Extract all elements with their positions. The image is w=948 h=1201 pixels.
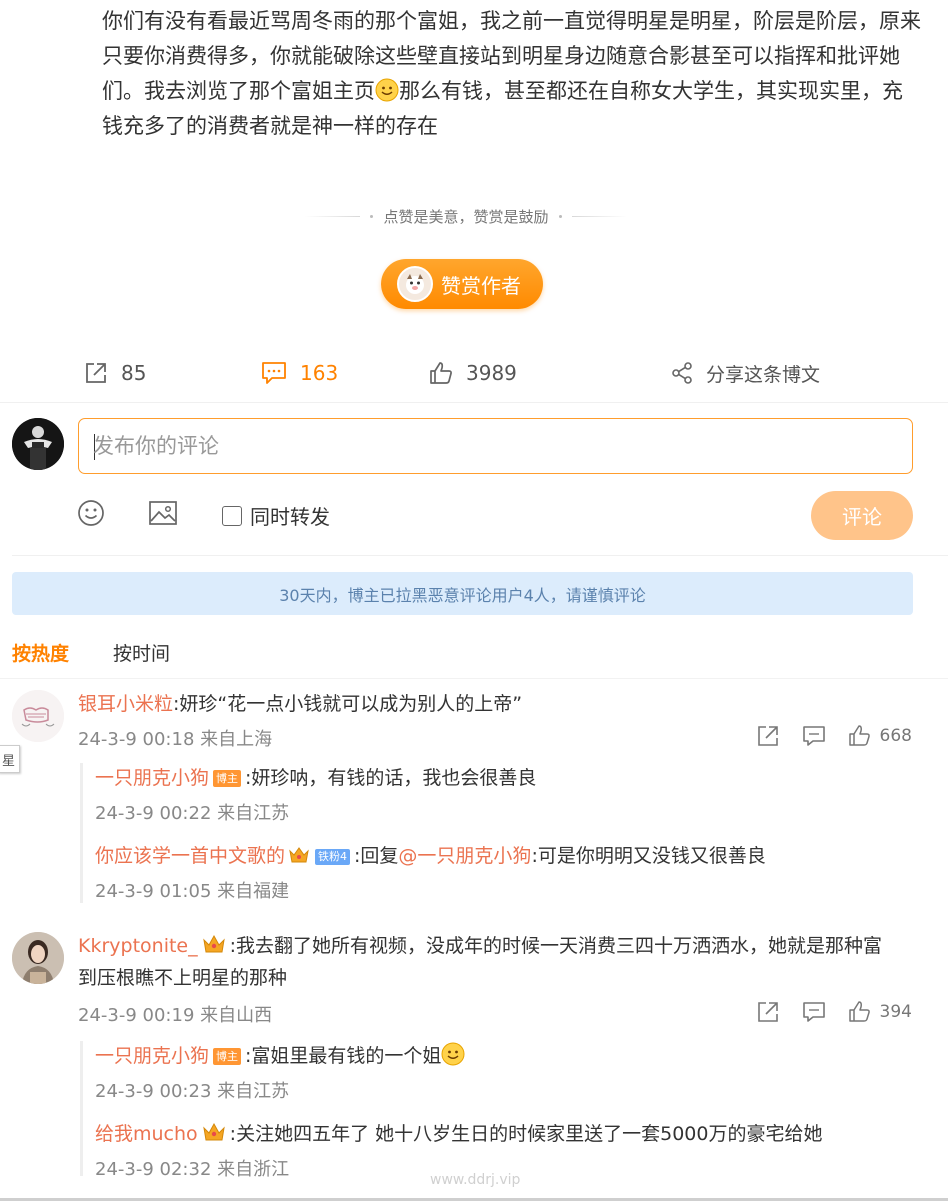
repost-icon[interactable] bbox=[756, 1000, 780, 1024]
smile-emoji-icon bbox=[375, 78, 399, 102]
repost-checkbox[interactable] bbox=[222, 505, 242, 526]
reply-item: 一只朋克小狗 博主:妍珍呐，有钱的话，我也会很善良 24-3-9 00:22 来自… bbox=[95, 763, 915, 825]
repost-icon bbox=[86, 363, 106, 383]
comment-count: 163 bbox=[300, 361, 339, 385]
blocked-users-notice: 30天内，博主已拉黑恶意评论用户4人，请谨慎评论 bbox=[12, 572, 913, 615]
author-avatar-icon bbox=[406, 274, 424, 294]
author-avatar bbox=[397, 266, 433, 302]
repost-action[interactable]: 85 bbox=[83, 354, 146, 392]
sort-by-time-tab[interactable]: 按时间 bbox=[113, 639, 170, 666]
divider-line-left bbox=[305, 215, 361, 217]
current-user-avatar[interactable] bbox=[12, 418, 64, 470]
blogger-badge: 博主 bbox=[213, 770, 242, 787]
reply-text: :可是你明明又没钱又很善良 bbox=[531, 845, 766, 867]
fan-level-badge: 铁粉4 bbox=[315, 849, 351, 865]
reply-meta: 24-3-9 00:22 来自江苏 bbox=[95, 803, 290, 824]
repost-count: 85 bbox=[121, 361, 147, 385]
reply-icon[interactable] bbox=[802, 1000, 826, 1024]
reply-thread: 一只朋克小狗 博主:富姐里最有钱的一个姐 24-3-9 00:23 来自江苏 给我… bbox=[80, 1041, 918, 1180]
comment-like-count: 394 bbox=[879, 1002, 912, 1022]
user-avatar-image bbox=[12, 418, 64, 470]
comment-composer[interactable] bbox=[78, 418, 913, 474]
thumbs-up-icon bbox=[848, 725, 870, 746]
divider-dot bbox=[370, 214, 374, 218]
emoji-button[interactable] bbox=[77, 499, 105, 531]
post-text: 你们有没有看最近骂周冬雨的那个富姐，我之前一直觉得明星是明星，阶层是阶层，原来只… bbox=[102, 4, 922, 144]
sort-by-hot-tab[interactable]: 按热度 bbox=[12, 639, 69, 666]
comment-like-button[interactable]: 668 bbox=[848, 724, 912, 748]
share-label: 分享这条博文 bbox=[706, 363, 821, 386]
divider-line-right bbox=[571, 215, 627, 217]
reward-author-button[interactable]: 赞赏作者 bbox=[381, 259, 543, 309]
repost-toggle[interactable]: 同时转发 bbox=[222, 501, 330, 530]
blogger-badge: 博主 bbox=[213, 1048, 242, 1065]
reply-item: 一只朋克小狗 博主:富姐里最有钱的一个姐 24-3-9 00:23 来自江苏 bbox=[95, 1041, 915, 1103]
reward-divider-text: 点赞是美意，赞赏是鼓励 bbox=[383, 207, 549, 226]
reply-author-name[interactable]: 一只朋克小狗 bbox=[95, 1045, 209, 1067]
comment-actions: 668 bbox=[756, 724, 912, 748]
reply-meta: 24-3-9 00:23 来自江苏 bbox=[95, 1081, 290, 1102]
divider-dot bbox=[558, 214, 562, 218]
comment-icon bbox=[262, 362, 286, 384]
commenter-avatar[interactable] bbox=[12, 690, 64, 742]
comment-actions: 394 bbox=[756, 1000, 912, 1024]
reply-mention[interactable]: @一只朋克小狗 bbox=[398, 845, 531, 867]
share-action[interactable]: 分享这条博文 bbox=[670, 354, 820, 392]
comment-like-button[interactable]: 394 bbox=[848, 1000, 912, 1024]
crown-icon bbox=[202, 1122, 225, 1141]
divider bbox=[0, 678, 948, 679]
share-icon bbox=[672, 362, 692, 384]
reply-text-prefix: :回复 bbox=[354, 845, 399, 867]
commenter-name[interactable]: 银耳小米粒 bbox=[78, 693, 173, 715]
comment-text: :我去翻了她所有视频，没成年的时候一天消费三四十万洒洒水，她就是那种富 bbox=[229, 935, 883, 957]
repost-toggle-label: 同时转发 bbox=[250, 505, 330, 529]
thumbs-up-icon bbox=[430, 362, 452, 384]
comment-text: :妍珍“花一点小钱就可以成为别人的上帝” bbox=[173, 693, 523, 715]
image-upload-button[interactable] bbox=[148, 499, 178, 531]
submit-comment-button[interactable]: 评论 bbox=[811, 491, 913, 540]
avatar-image bbox=[12, 690, 64, 742]
comment-action[interactable]: 163 bbox=[260, 354, 948, 392]
reward-divider: 点赞是美意，赞赏是鼓励 bbox=[296, 204, 636, 228]
reply-thread: 一只朋克小狗 博主:妍珍呐，有钱的话，我也会很善良 24-3-9 00:22 来自… bbox=[80, 763, 918, 903]
commenter-avatar[interactable] bbox=[12, 932, 64, 984]
comment-meta: 24-3-9 00:18 来自上海 bbox=[78, 729, 273, 750]
post-action-bar: 85 163 3989 分享这条博文 bbox=[0, 354, 948, 392]
like-action[interactable]: 3989 bbox=[428, 354, 517, 392]
side-tab[interactable]: 星 bbox=[0, 745, 20, 773]
comment-input[interactable] bbox=[93, 419, 893, 473]
commenter-name[interactable]: Kkryptonite_ bbox=[78, 935, 198, 957]
reply-icon[interactable] bbox=[802, 724, 826, 748]
reply-meta: 24-3-9 01:05 来自福建 bbox=[95, 881, 290, 902]
reply-item: 你应该学一首中文歌的 铁粉4:回复@一只朋克小狗:可是你明明又没钱又很善良 24-… bbox=[95, 841, 915, 903]
smiley-icon bbox=[78, 500, 104, 526]
crown-icon bbox=[202, 934, 225, 953]
divider bbox=[0, 402, 948, 403]
comment-body: Kkryptonite_ :我去翻了她所有视频，没成年的时候一天消费三四十万洒洒水… bbox=[78, 930, 918, 994]
repost-icon[interactable] bbox=[756, 724, 780, 748]
avatar-image bbox=[12, 932, 64, 984]
comment-text-cont: 到压根瞧不上明星的那种 bbox=[78, 967, 288, 989]
smile-emoji-icon bbox=[441, 1042, 465, 1066]
reply-author-name[interactable]: 你应该学一首中文歌的 bbox=[95, 845, 285, 867]
comment-like-count: 668 bbox=[879, 726, 912, 746]
crown-icon bbox=[289, 847, 309, 863]
reply-text: :妍珍呐，有钱的话，我也会很善良 bbox=[245, 767, 537, 789]
watermark: www.ddrj.vip bbox=[430, 1172, 521, 1188]
comment-body: 银耳小米粒:妍珍“花一点小钱就可以成为别人的上帝” bbox=[78, 688, 918, 720]
divider bbox=[12, 555, 948, 556]
reply-text: :富姐里最有钱的一个姐 bbox=[245, 1045, 442, 1067]
thumbs-up-icon bbox=[848, 1001, 870, 1022]
reply-author-name[interactable]: 给我mucho bbox=[95, 1123, 198, 1145]
like-count: 3989 bbox=[466, 361, 517, 385]
image-icon bbox=[149, 501, 177, 525]
reply-author-name[interactable]: 一只朋克小狗 bbox=[95, 767, 209, 789]
composer-toolbar: 同时转发 评论 bbox=[0, 491, 948, 540]
reply-text: :关注她四五年了 她十八岁生日的时候家里送了一套5000万的豪宅给她 bbox=[229, 1123, 823, 1145]
comment-meta: 24-3-9 00:19 来自山西 bbox=[78, 1005, 273, 1026]
reward-button-label: 赞赏作者 bbox=[441, 273, 521, 298]
comment-sort-tabs: 按热度 按时间 bbox=[12, 638, 170, 666]
